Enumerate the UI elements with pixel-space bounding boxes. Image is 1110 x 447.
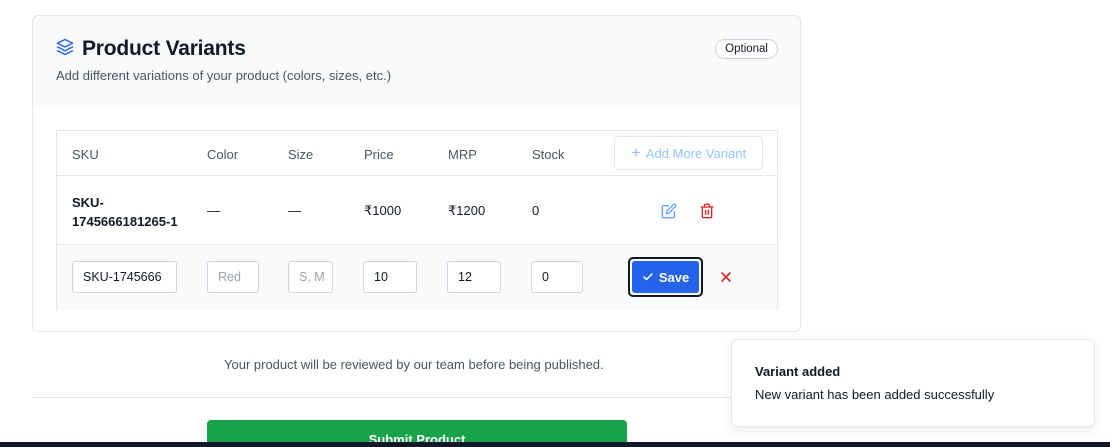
edit-icon[interactable] [661,203,677,219]
variants-table: SKU Color Size Price MRP Stock + Add Mor… [56,130,778,310]
add-more-variant-label: Add More Variant [645,145,747,161]
trash-icon[interactable] [699,203,715,219]
toast-message: New variant has been added successfully [755,387,995,402]
size-input[interactable]: S, M [288,261,333,293]
price-input[interactable]: 10 [363,261,417,293]
review-note: Your product will be reviewed by our tea… [224,357,604,372]
plus-icon: + [630,143,641,162]
title-row: Product Variants [56,37,246,61]
header-size: Size [288,147,314,162]
section-subtitle: Add different variations of your product… [56,68,392,83]
save-button[interactable]: Save [632,261,699,293]
header-sku: SKU [72,147,99,162]
bottom-bar [0,442,1110,447]
save-button-focus-ring: Save [628,257,703,297]
footer-divider [32,397,732,398]
section-title: Product Variants [82,37,246,60]
header-mrp: MRP [448,147,477,162]
mrp-input[interactable]: 12 [447,261,501,293]
header-color: Color [207,147,239,162]
toast-notification: Variant added New variant has been added… [731,339,1095,427]
sku-input[interactable]: SKU-1745666 [72,261,177,293]
close-icon[interactable] [720,270,732,282]
variant-mrp: ₹1200 [448,203,486,218]
check-icon [643,273,653,281]
layers-icon [56,38,74,61]
variant-color: — [207,203,220,218]
add-more-variant-button[interactable]: + Add More Variant [614,136,763,170]
color-input[interactable]: Red [207,261,259,293]
variant-sku: SKU-1745666181265-1 [72,195,178,229]
variant-stock: 0 [532,203,540,218]
toast-title: Variant added [755,364,841,379]
row-divider [57,175,777,176]
header-stock: Stock [532,147,565,162]
variant-size: — [288,203,301,218]
card-header: Product Variants Add different variation… [33,16,800,107]
variant-price: ₹1000 [364,203,402,218]
stock-input[interactable]: 0 [531,261,583,293]
save-label: Save [658,269,690,285]
product-variants-card: Product Variants Add different variation… [32,15,801,332]
header-price: Price [364,147,394,162]
optional-badge: Optional [715,39,778,59]
